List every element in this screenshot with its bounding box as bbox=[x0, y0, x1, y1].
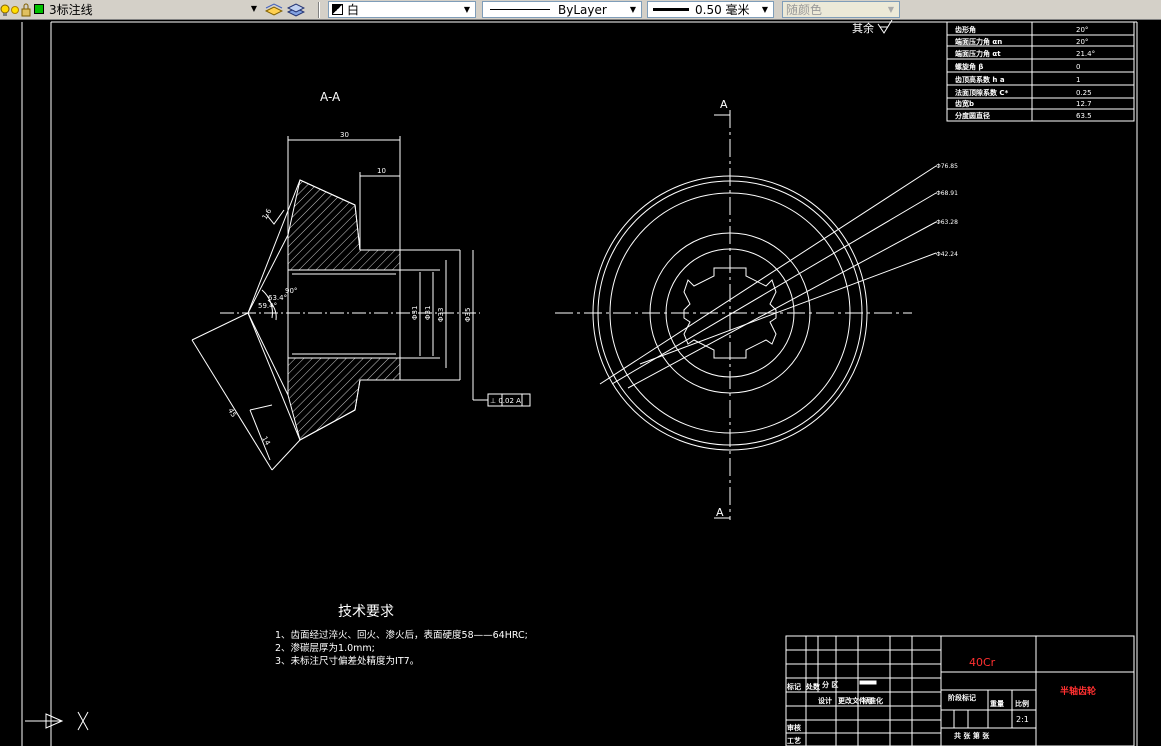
linetype-value: ByLayer bbox=[558, 2, 607, 17]
param-name: 螺旋角 β bbox=[955, 62, 983, 71]
linetype-preview bbox=[490, 9, 550, 10]
chevron-down-icon[interactable]: ▼ bbox=[884, 3, 898, 16]
dim-width-hub: 10 bbox=[377, 167, 386, 175]
tech-req-item: 1、齿面经过淬火、回火、渗火后，表面硬度58——64HRC; bbox=[275, 630, 528, 641]
param-name: 齿形角 bbox=[955, 25, 976, 34]
param-name: 齿顶高系数 h a bbox=[955, 75, 1005, 84]
section-mark-top: A bbox=[720, 98, 728, 111]
dim-angle-2: 63.4° bbox=[268, 294, 287, 302]
plot-style-select[interactable]: 随颜色 ▼ bbox=[782, 1, 900, 18]
tech-req-item: 3、未标注尺寸偏差处精度为IT7。 bbox=[275, 656, 420, 667]
chevron-down-icon[interactable]: ▼ bbox=[247, 2, 261, 15]
param-name: 端面压力角 αn bbox=[955, 37, 1002, 46]
param-value: 1 bbox=[1076, 76, 1080, 84]
chevron-down-icon[interactable]: ▼ bbox=[758, 3, 772, 16]
tb-stage: 阶段标记 bbox=[948, 693, 976, 702]
section-label: A-A bbox=[320, 90, 341, 104]
dim-angle-1: 1.6 bbox=[261, 207, 274, 221]
param-value: 0.25 bbox=[1076, 89, 1092, 97]
tech-req-title: 技术要求 bbox=[338, 604, 394, 620]
param-value: 63.5 bbox=[1076, 112, 1092, 120]
properties-toolbar: 3标注线 ▼ 白 ▼ ByLayer ▼ 0.50 毫米 ▼ 随颜色 ▼ bbox=[0, 0, 1161, 20]
tb-part-name: 半轴齿轮 bbox=[1060, 685, 1096, 697]
param-name: 端面压力角 αt bbox=[955, 49, 1001, 58]
tech-req-item: 2、渗碳层厚为1.0mm; bbox=[275, 643, 375, 654]
toolbar-separator bbox=[318, 2, 320, 18]
roughness-label: 其余 bbox=[852, 22, 874, 35]
lineweight-value: 0.50 毫米 bbox=[695, 3, 750, 17]
parameter-table bbox=[946, 21, 1135, 122]
param-name: 法面顶隙系数 C* bbox=[955, 88, 1009, 97]
dim-diameter-4: Φ35 bbox=[464, 308, 472, 322]
dim-angle-3: 59.4° bbox=[258, 302, 277, 310]
leader-dim-4: Φ42.24 bbox=[936, 251, 958, 258]
color-swatch-icon bbox=[332, 4, 343, 15]
tb-craft: 工艺 bbox=[787, 736, 801, 745]
param-name: 分度圆直径 bbox=[955, 111, 990, 120]
tb-scale-label: 比例 bbox=[1015, 699, 1029, 708]
dim-angle-4: 90° bbox=[285, 287, 297, 295]
dim-diameter-1: Φ31 bbox=[411, 306, 419, 320]
param-value: 20° bbox=[1076, 26, 1088, 34]
tb-mark: 标记 bbox=[786, 682, 801, 691]
leader-dim-3: Φ63.28 bbox=[936, 219, 958, 226]
chevron-down-icon[interactable]: ▼ bbox=[626, 3, 640, 16]
dim-diameter-3: Φ33 bbox=[437, 308, 445, 322]
layer-previous-icon[interactable] bbox=[286, 2, 306, 18]
plot-style-value: 随颜色 bbox=[786, 3, 823, 17]
tb-count: 处数 bbox=[805, 682, 821, 691]
param-value: 21.4° bbox=[1076, 50, 1095, 58]
lineweight-preview bbox=[653, 8, 689, 11]
tolerance-frame-text: ⊥ 0.02 A bbox=[490, 397, 521, 405]
dim-face-width: 14 bbox=[260, 435, 272, 447]
section-view[interactable] bbox=[191, 136, 531, 471]
tb-weight: 重量 bbox=[990, 699, 1004, 708]
tb-zone: 分 区 bbox=[822, 680, 838, 689]
color-select[interactable]: 白 ▼ bbox=[328, 1, 476, 18]
param-name: 齿宽b bbox=[955, 99, 974, 108]
leader-dim-1: Φ76.85 bbox=[936, 163, 958, 170]
param-value: 12.7 bbox=[1076, 100, 1092, 108]
chevron-down-icon[interactable]: ▼ bbox=[460, 3, 474, 16]
dim-cone-length: 45 bbox=[226, 407, 237, 419]
layer-select[interactable]: 3标注线 ▼ bbox=[46, 1, 262, 18]
dim-diameter-2: Φ31 bbox=[424, 306, 432, 320]
make-current-layer-icon[interactable] bbox=[264, 2, 284, 18]
ucs-icon bbox=[25, 711, 89, 731]
drawing-canvas[interactable]: 30 10 Φ31 Φ31 Φ33 Φ35 1.6 63.4° 59.4° 90… bbox=[0, 20, 1161, 746]
tb-design: 设计 bbox=[818, 696, 832, 705]
param-value: 20° bbox=[1076, 38, 1088, 46]
section-mark-bottom: A bbox=[716, 506, 724, 519]
layer-name: 3标注线 bbox=[49, 3, 93, 17]
lineweight-select[interactable]: 0.50 毫米 ▼ bbox=[647, 1, 774, 18]
tb-material: 40Cr bbox=[969, 656, 996, 669]
color-value: 白 bbox=[347, 3, 360, 17]
dim-width-total: 30 bbox=[340, 131, 349, 139]
leader-dim-2: Φ68.91 bbox=[936, 190, 958, 197]
tb-std: 标准化 bbox=[861, 696, 883, 705]
tb-sheets: 共 张 第 张 bbox=[954, 731, 990, 740]
layer-color-swatch-icon bbox=[34, 4, 44, 14]
tb-scale: 2:1 bbox=[1016, 715, 1029, 724]
drawing-frame bbox=[21, 21, 1138, 746]
linetype-select[interactable]: ByLayer ▼ bbox=[482, 1, 642, 18]
tb-review: 审核 bbox=[787, 723, 801, 732]
param-value: 0 bbox=[1076, 63, 1080, 71]
front-view[interactable] bbox=[555, 110, 937, 520]
